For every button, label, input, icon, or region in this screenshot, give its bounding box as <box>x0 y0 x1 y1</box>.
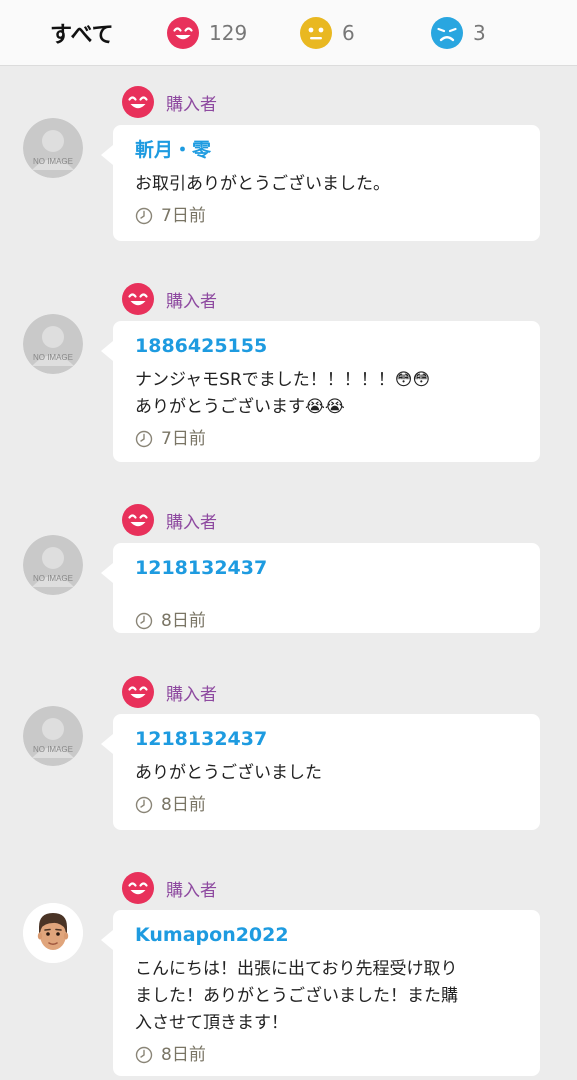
no-image-text: NO IMAGE <box>33 157 73 166</box>
review-message: ありがとうございました <box>135 763 322 783</box>
review-bubble: 1218132437 8日前 <box>101 543 540 633</box>
timestamp: 7日前 <box>135 427 518 451</box>
avatar[interactable]: NO IMAGE <box>23 535 83 595</box>
review-message: こんにちは！出張に出ており先程受け取り ました！ありがとうございました！また購 … <box>135 959 458 1033</box>
no-image-text: NO IMAGE <box>33 745 73 754</box>
username-link[interactable]: 1218132437 <box>135 726 518 752</box>
review-bubble: 1218132437 ありがとうございました 8日前 <box>101 714 540 830</box>
avatar[interactable]: NO IMAGE <box>23 706 83 766</box>
clock-icon <box>135 430 153 448</box>
avatar[interactable] <box>23 903 83 963</box>
smile-face-icon <box>122 872 154 904</box>
timestamp: 8日前 <box>135 609 518 633</box>
buyer-row: 購入者 <box>122 504 217 536</box>
no-image-placeholder-icon: NO IMAGE <box>23 706 83 766</box>
tab-good[interactable]: 129 <box>167 0 247 66</box>
no-image-placeholder-icon: NO IMAGE <box>23 118 83 178</box>
username-link[interactable]: 1218132437 <box>135 555 518 581</box>
buyer-row: 購入者 <box>122 872 217 904</box>
smile-face-icon <box>122 676 154 708</box>
timestamp-text: 8日前 <box>161 795 206 815</box>
tab-all-label: すべて <box>50 23 114 48</box>
timestamp-text: 8日前 <box>161 611 206 631</box>
timestamp: 7日前 <box>135 204 518 228</box>
smile-face-icon <box>122 86 154 118</box>
buyer-label: 購入者 <box>166 684 217 705</box>
buyer-row: 購入者 <box>122 676 217 708</box>
buyer-label: 購入者 <box>166 512 217 533</box>
rating-filter-tabbar: すべて 129 6 3 <box>0 0 577 66</box>
buyer-row: 購入者 <box>122 283 217 315</box>
tab-all[interactable]: すべて <box>50 0 114 66</box>
smile-face-icon <box>167 17 199 49</box>
clock-icon <box>135 796 153 814</box>
smile-face-icon <box>122 283 154 315</box>
no-image-placeholder-icon: NO IMAGE <box>23 535 83 595</box>
timestamp-text: 7日前 <box>161 429 206 449</box>
normal-count: 6 <box>342 21 355 45</box>
buyer-label: 購入者 <box>166 94 217 115</box>
buyer-label: 購入者 <box>166 880 217 901</box>
username-link[interactable]: Kumapon2022 <box>135 922 518 948</box>
avatar[interactable]: NO IMAGE <box>23 314 83 374</box>
buyer-label: 購入者 <box>166 291 217 312</box>
clock-icon <box>135 612 153 630</box>
review-bubble: Kumapon2022 こんにちは！出張に出ており先程受け取り ました！ありがと… <box>101 910 540 1076</box>
clock-icon <box>135 207 153 225</box>
review-message: ナンジャモSRでました！！！！！😳😳 ありがとうございます😭😭 <box>135 370 431 417</box>
username-link[interactable]: 1886425155 <box>135 333 518 359</box>
timestamp: 8日前 <box>135 1043 518 1067</box>
bad-count: 3 <box>473 21 486 45</box>
neutral-face-icon <box>300 17 332 49</box>
sad-face-icon <box>431 17 463 49</box>
memoji-avatar-icon <box>23 903 83 963</box>
tab-normal[interactable]: 6 <box>300 0 355 66</box>
tab-bad[interactable]: 3 <box>431 0 486 66</box>
no-image-text: NO IMAGE <box>33 574 73 583</box>
review-message <box>135 585 518 603</box>
no-image-placeholder-icon: NO IMAGE <box>23 314 83 374</box>
timestamp-text: 8日前 <box>161 1045 206 1065</box>
avatar[interactable]: NO IMAGE <box>23 118 83 178</box>
review-message: お取引ありがとうございました。 <box>135 174 390 194</box>
clock-icon <box>135 1046 153 1064</box>
review-bubble: 斬月・零 お取引ありがとうございました。 7日前 <box>101 125 540 241</box>
username-link[interactable]: 斬月・零 <box>135 137 518 163</box>
review-bubble: 1886425155 ナンジャモSRでました！！！！！😳😳 ありがとうございます… <box>101 321 540 462</box>
good-count: 129 <box>209 21 248 45</box>
smile-face-icon <box>122 504 154 536</box>
timestamp-text: 7日前 <box>161 206 206 226</box>
buyer-row: 購入者 <box>122 86 217 118</box>
no-image-text: NO IMAGE <box>33 353 73 362</box>
timestamp: 8日前 <box>135 793 518 817</box>
